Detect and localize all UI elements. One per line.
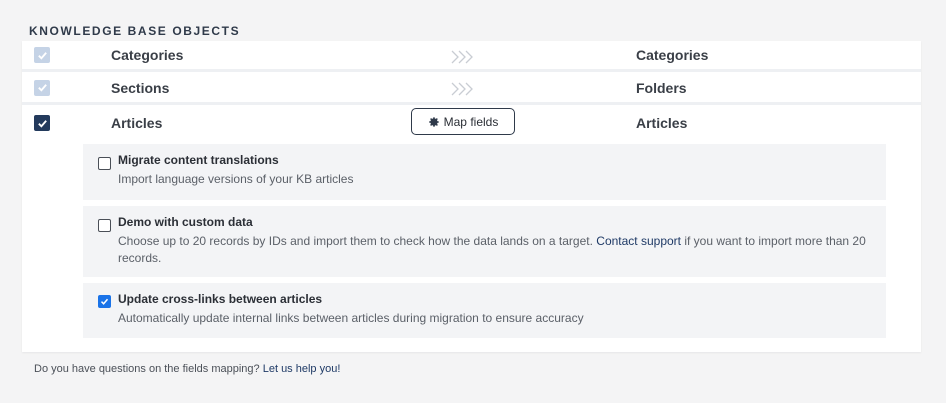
update-cross-links-checkbox[interactable] — [98, 295, 111, 308]
section-title: KNOWLEDGE BASE OBJECTS — [29, 24, 241, 38]
row-checkbox-articles[interactable] — [34, 115, 50, 131]
contact-support-link[interactable]: Contact support — [596, 234, 681, 248]
check-icon — [37, 84, 47, 92]
chevrons-right-icon — [451, 50, 473, 64]
option-title: Update cross-links between articles — [118, 292, 323, 306]
demo-custom-data-checkbox[interactable] — [98, 219, 111, 232]
footer-help: Do you have questions on the fields mapp… — [34, 363, 340, 375]
target-object-label: Categories — [636, 47, 709, 63]
source-object-label: Sections — [111, 79, 170, 96]
source-object-label: Categories — [111, 47, 184, 63]
footer-text: Do you have questions on the fields mapp… — [34, 363, 260, 375]
row-checkbox-sections — [34, 79, 50, 96]
option-migrate-translations: Migrate content translations Import lang… — [83, 144, 886, 200]
map-fields-button[interactable]: Map fields — [411, 108, 515, 135]
option-title: Demo with custom data — [118, 215, 253, 229]
check-icon — [37, 51, 47, 60]
option-description: Automatically update internal links betw… — [118, 311, 584, 325]
source-object-label: Articles — [111, 115, 163, 131]
check-icon — [100, 298, 109, 305]
option-description: Choose up to 20 records by IDs and impor… — [118, 233, 878, 267]
mapping-row-categories: Categories Categories — [22, 41, 921, 72]
mapping-row-articles: Articles Map fields Articles — [22, 107, 921, 139]
option-title: Migrate content translations — [118, 153, 279, 167]
chevrons-right-icon — [451, 82, 473, 96]
kb-objects-panel: Categories Categories Sections Folders A… — [22, 41, 921, 352]
help-link[interactable]: Let us help you! — [263, 363, 341, 375]
row-checkbox-categories — [34, 47, 50, 63]
target-object-label: Articles — [636, 115, 688, 131]
migrate-translations-checkbox[interactable] — [98, 157, 111, 170]
option-description: Import language versions of your KB arti… — [118, 172, 354, 186]
map-fields-label: Map fields — [443, 114, 499, 129]
option-demo-custom-data: Demo with custom data Choose up to 20 re… — [83, 206, 886, 277]
check-icon — [37, 119, 47, 128]
description-before: Choose up to 20 records by IDs and impor… — [118, 234, 593, 248]
gear-icon — [428, 116, 439, 127]
target-object-label: Folders — [636, 79, 687, 96]
option-update-cross-links: Update cross-links between articles Auto… — [83, 283, 886, 338]
mapping-row-sections: Sections Folders — [22, 73, 921, 105]
